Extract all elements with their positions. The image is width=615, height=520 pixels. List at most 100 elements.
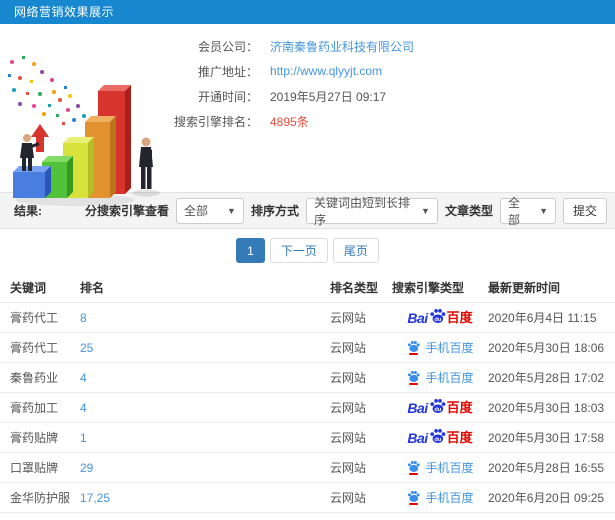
- rank-link[interactable]: 29: [80, 461, 93, 475]
- header-rank: 排名: [80, 272, 330, 303]
- mobile-baidu-text: 手机百度: [425, 460, 474, 475]
- svg-text:du: du: [434, 437, 441, 443]
- field-open-time: 开通时间： 2019年5月27日 09:17: [172, 84, 615, 108]
- promo-url-link[interactable]: http://www.qlyyjt.com: [270, 64, 382, 78]
- sort-label: 排序方式: [250, 204, 299, 218]
- ranking-count-value: 4895条: [270, 114, 309, 129]
- mobile-baidu-underline: [408, 382, 418, 385]
- table-row: 福建防护服 10 云网站 手机百度 2020年6月4日 11:10: [0, 512, 615, 520]
- table-row: 膏药贴牌 1 云网站 Bai du 百度 2020年5月30日 17:58: [0, 422, 615, 453]
- mobile-baidu-text: 手机百度: [425, 370, 474, 385]
- baidu-paw-icon: du: [429, 309, 446, 323]
- field-promo-url: 推广地址： http://www.qlyyjt.com: [172, 59, 615, 83]
- mobile-baidu-text: 手机百度: [425, 340, 474, 355]
- baidu-pc-logo: Bai du 百度: [407, 429, 473, 446]
- rank-link[interactable]: 4: [80, 371, 87, 385]
- mobile-baidu-paw-icon: [407, 490, 420, 502]
- update-time-text: 2020年5月28日 16:55: [488, 461, 605, 475]
- table-row: 金华防护服 17,25 云网站 手机百度 2020年6月20日 09:25: [0, 482, 615, 513]
- table-row: 秦鲁药业 4 云网站 手机百度 2020年5月28日 17:02: [0, 362, 615, 393]
- baidu-pc-logo: Bai du 百度: [407, 309, 473, 326]
- update-time-text: 2020年6月20日 09:25: [488, 491, 605, 505]
- rank-type-text: 云网站: [330, 431, 367, 445]
- update-time-text: 2020年6月4日 11:15: [488, 311, 597, 325]
- table-row: 膏药代工 25 云网站 手机百度 2020年5月30日 18:06: [0, 332, 615, 363]
- update-time-text: 2020年5月30日 18:03: [488, 401, 605, 415]
- businessman-right: [139, 137, 153, 189]
- svg-text:du: du: [434, 407, 441, 413]
- update-time-text: 2020年5月30日 17:58: [488, 431, 605, 445]
- chevron-down-icon: ▼: [539, 205, 548, 216]
- mobile-baidu-paw-icon: [407, 460, 420, 472]
- ranking-count-label: 搜索引擎排名：: [173, 114, 258, 129]
- window-titlebar: 网络营销效果展示: [0, 0, 615, 24]
- baidu-cn-text: 百度: [446, 400, 473, 415]
- header-update-time: 最新更新时间: [488, 272, 615, 303]
- keyword-text: 膏药贴牌: [10, 431, 59, 445]
- baidu-mobile-logo: 手机百度: [406, 460, 474, 476]
- page-title: 网络营销效果展示: [14, 5, 115, 19]
- rank-type-text: 云网站: [330, 311, 367, 325]
- rank-type-text: 云网站: [330, 341, 367, 355]
- keyword-text: 秦鲁药业: [10, 371, 59, 385]
- mobile-baidu-underline: [408, 472, 418, 475]
- mobile-baidu-paw-icon: [407, 340, 420, 352]
- keyword-text: 膏药代工: [10, 341, 59, 355]
- open-time-label: 开通时间：: [197, 89, 258, 104]
- open-time-value: 2019年5月27日 09:17: [270, 89, 387, 104]
- promo-url-label: 推广地址：: [197, 64, 258, 79]
- page-1-button[interactable]: 1: [236, 238, 265, 263]
- baidu-paw-icon: du: [429, 399, 446, 413]
- member-company-label: 会员公司：: [197, 39, 258, 54]
- baidu-bai-text: Bai: [407, 399, 428, 416]
- confetti-dots: [8, 56, 92, 126]
- chevron-down-icon: ▼: [421, 205, 430, 216]
- company-info-fields: 会员公司： 济南秦鲁药业科技有限公司 推广地址： http://www.qlyy…: [172, 34, 615, 134]
- keyword-text: 膏药加工: [10, 401, 59, 415]
- engine-filter-value: 全部: [183, 204, 208, 218]
- baidu-mobile-logo: 手机百度: [406, 370, 474, 386]
- baidu-cn-text: 百度: [446, 430, 473, 445]
- mobile-baidu-underline: [408, 502, 418, 505]
- rankings-table: 关键词 排名 排名类型 搜索引擎类型 最新更新时间 膏药代工 8 云网站 Bai…: [0, 272, 615, 520]
- rank-link[interactable]: 1: [80, 431, 87, 445]
- summary-section: 会员公司： 济南秦鲁药业科技有限公司 推广地址： http://www.qlyy…: [0, 24, 615, 206]
- keyword-text: 金华防护服: [10, 491, 71, 505]
- rank-type-text: 云网站: [330, 401, 367, 415]
- keyword-text: 口罩贴牌: [10, 461, 59, 475]
- field-member-company: 会员公司： 济南秦鲁药业科技有限公司: [172, 34, 615, 58]
- svg-text:du: du: [434, 317, 441, 323]
- rank-type-text: 云网站: [330, 371, 367, 385]
- article-type-select[interactable]: 全部 ▼: [499, 196, 556, 227]
- growth-chart-clipart: [8, 56, 160, 206]
- sort-value: 关键词由短到长排序: [313, 195, 410, 227]
- last-page-button[interactable]: 尾页: [332, 238, 379, 263]
- baidu-bai-text: Bai: [407, 429, 428, 446]
- next-page-button[interactable]: 下一页: [269, 238, 328, 263]
- mobile-baidu-underline: [408, 352, 418, 355]
- update-time-text: 2020年5月28日 17:02: [488, 371, 605, 385]
- article-type-value: 全部: [507, 195, 520, 227]
- baidu-paw-icon: du: [429, 429, 446, 443]
- update-time-text: 2020年5月30日 18:06: [488, 341, 605, 355]
- rank-link[interactable]: 25: [80, 341, 93, 355]
- member-company-link[interactable]: 济南秦鲁药业科技有限公司: [270, 38, 414, 55]
- baidu-mobile-logo: 手机百度: [406, 340, 474, 356]
- table-row: 膏药加工 4 云网站 Bai du 百度 2020年5月30日 18:03: [0, 392, 615, 423]
- baidu-bai-text: Bai: [407, 309, 428, 326]
- pagination: 1 下一页 尾页: [0, 229, 615, 272]
- baidu-pc-logo: Bai du 百度: [407, 399, 473, 416]
- engine-filter-select[interactable]: 全部 ▼: [175, 197, 244, 224]
- table-row: 膏药代工 8 云网站 Bai du 百度 2020年6月4日 11:15: [0, 302, 615, 333]
- baidu-cn-text: 百度: [446, 310, 473, 325]
- table-header-row: 关键词 排名 排名类型 搜索引擎类型 最新更新时间: [0, 272, 615, 303]
- field-ranking-count: 搜索引擎排名： 4895条: [172, 109, 615, 133]
- article-type-label: 文章类型: [444, 204, 493, 218]
- sort-select[interactable]: 关键词由短到长排序 ▼: [305, 196, 438, 227]
- rank-link[interactable]: 4: [80, 401, 87, 415]
- header-keyword: 关键词: [0, 272, 80, 303]
- table-row: 口罩贴牌 29 云网站 手机百度 2020年5月28日 16:55: [0, 452, 615, 483]
- submit-button[interactable]: 提交: [562, 197, 607, 224]
- rank-link[interactable]: 17,25: [80, 491, 110, 505]
- rank-link[interactable]: 8: [80, 311, 87, 325]
